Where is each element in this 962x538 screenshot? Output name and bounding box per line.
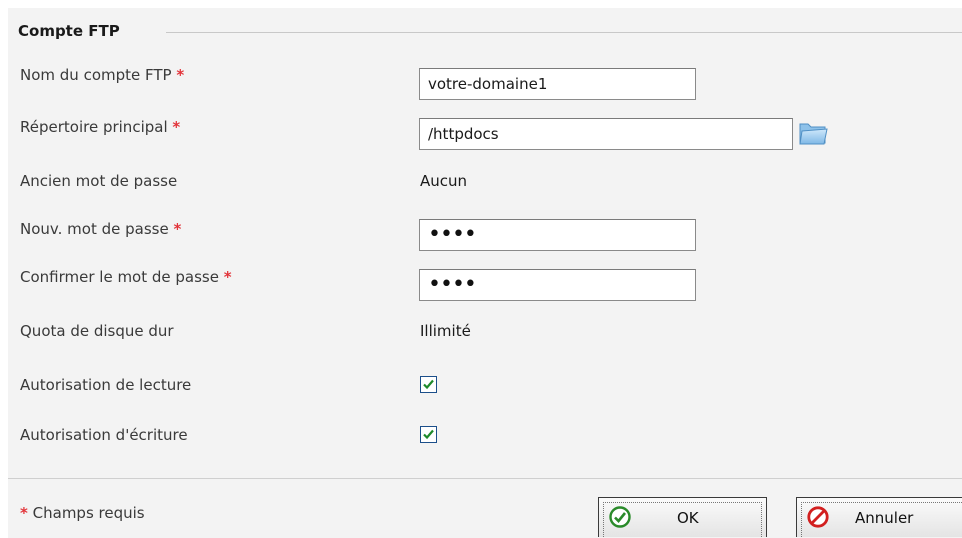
ftp-account-name-label-text: Nom du compte FTP xyxy=(20,66,172,84)
disk-quota-value: Illimité xyxy=(420,322,471,340)
folder-icon[interactable] xyxy=(798,119,828,147)
write-permission-label-text: Autorisation d'écriture xyxy=(20,426,188,444)
old-password-value: Aucun xyxy=(420,172,468,190)
write-permission-checkbox[interactable] xyxy=(420,426,437,443)
cancel-button-label: Annuler xyxy=(855,509,914,527)
required-marker: * xyxy=(20,504,28,522)
old-password-label-text: Ancien mot de passe xyxy=(20,172,178,190)
confirm-password-input[interactable]: •••• xyxy=(419,269,696,301)
disk-quota-label: Quota de disque dur xyxy=(20,320,174,342)
ftp-account-name-value: votre-domaine1 xyxy=(428,75,548,93)
checkmark-icon xyxy=(423,379,434,390)
confirm-password-label: Confirmer le mot de passe * xyxy=(20,266,232,288)
required-marker: * xyxy=(176,66,185,84)
footer-separator xyxy=(8,478,962,479)
new-password-label-text: Nouv. mot de passe xyxy=(20,220,169,238)
home-directory-label-text: Répertoire principal xyxy=(20,118,168,136)
confirm-password-masked-value: •••• xyxy=(428,272,477,297)
home-directory-input[interactable]: /httpdocs xyxy=(419,118,793,150)
home-directory-value: /httpdocs xyxy=(428,125,499,143)
checkmark-icon xyxy=(423,429,434,440)
check-circle-icon xyxy=(609,506,631,528)
new-password-label: Nouv. mot de passe * xyxy=(20,218,181,240)
confirm-password-label-text: Confirmer le mot de passe xyxy=(20,268,219,286)
new-password-masked-value: •••• xyxy=(428,222,477,247)
section-divider-line xyxy=(166,32,962,33)
section-title: Compte FTP xyxy=(18,22,132,40)
read-permission-checkbox[interactable] xyxy=(420,376,437,393)
ftp-account-name-label: Nom du compte FTP * xyxy=(20,64,184,86)
section-header: Compte FTP xyxy=(18,22,962,44)
new-password-input[interactable]: •••• xyxy=(419,219,696,251)
old-password-label: Ancien mot de passe xyxy=(20,170,177,192)
disk-quota-label-text: Quota de disque dur xyxy=(20,322,174,340)
required-fields-note-text: Champs requis xyxy=(32,504,145,522)
required-marker: * xyxy=(223,268,232,286)
read-permission-label-text: Autorisation de lecture xyxy=(20,376,192,394)
required-marker: * xyxy=(173,220,182,238)
ftp-account-name-input[interactable]: votre-domaine1 xyxy=(419,68,696,100)
cancel-button[interactable]: Annuler xyxy=(796,497,962,537)
required-marker: * xyxy=(172,118,181,136)
ok-button-label: OK xyxy=(677,509,699,527)
forbidden-icon xyxy=(807,506,829,528)
read-permission-label: Autorisation de lecture xyxy=(20,374,191,396)
home-directory-label: Répertoire principal * xyxy=(20,116,180,138)
required-fields-note: * Champs requis xyxy=(20,502,145,524)
write-permission-label: Autorisation d'écriture xyxy=(20,424,188,446)
ok-button[interactable]: OK xyxy=(598,497,767,537)
